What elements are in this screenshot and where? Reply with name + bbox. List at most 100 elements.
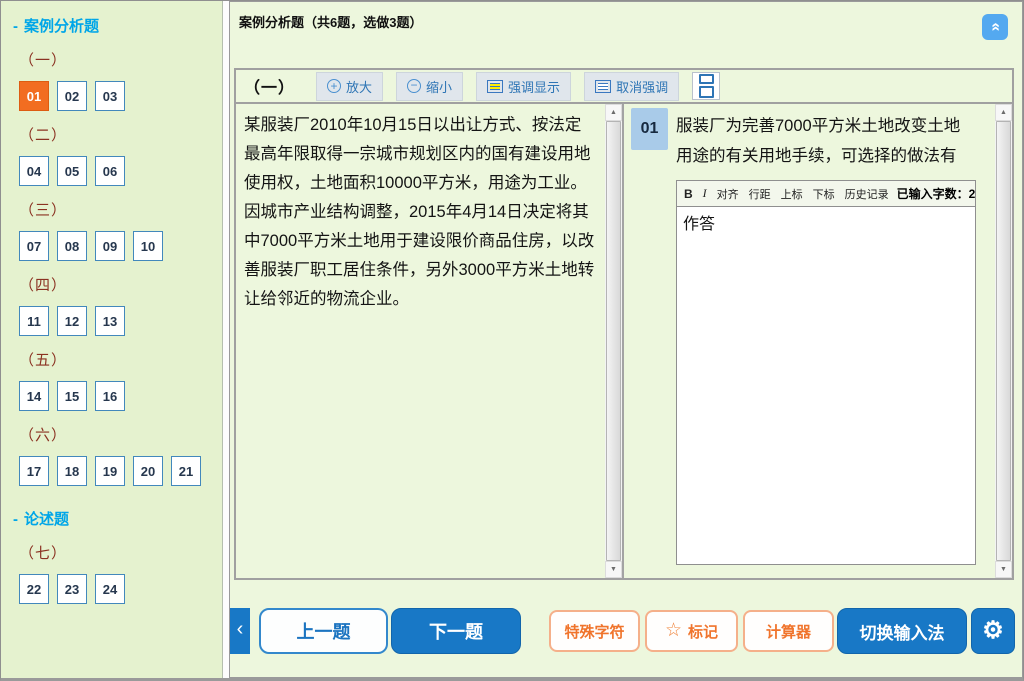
mark-label: 标记 [688,621,718,642]
question-btn-16[interactable]: 16 [95,381,125,411]
passage-panel: 某服装厂2010年10月15日以出让方式、按法定最高年限取得一宗城市规划区内的国… [236,104,622,578]
collapse-marker-icon: - [13,18,18,35]
chevron-double-up-icon: « [987,23,1003,32]
answer-input[interactable]: 作答 [677,207,975,564]
switch-ime-button[interactable]: 切换输入法 [837,608,967,654]
group-label: 案例分析题 [24,18,99,35]
bold-button[interactable]: B [684,187,693,201]
section-label-1: （一） [19,49,222,70]
answer-editor: B I 对齐 行距 上标 下标 历史记录 已输入字数：2 作答 [676,180,976,565]
question-btn-18[interactable]: 18 [57,456,87,486]
question-btn-05[interactable]: 05 [57,156,87,186]
question-btn-19[interactable]: 19 [95,456,125,486]
question-btn-11[interactable]: 11 [19,306,49,336]
star-icon: ☆ [665,619,682,642]
question-row-3: 07 08 09 10 [19,231,222,261]
next-question-button[interactable]: 下一题 [391,608,521,654]
question-btn-09[interactable]: 09 [95,231,125,261]
question-scrollbar[interactable] [995,104,1012,578]
question-btn-04[interactable]: 04 [19,156,49,186]
question-btn-08[interactable]: 08 [57,231,87,261]
question-panel: 01 服装厂为完善7000平方米土地改变土地用途的有关用地手续，可选择的做法有 … [624,104,1012,578]
question-btn-14[interactable]: 14 [19,381,49,411]
unhighlight-button[interactable]: 取消强调 [584,72,679,101]
section-label-6: （六） [19,424,222,445]
question-content: 01 服装厂为完善7000平方米土地改变土地用途的有关用地手续，可选择的做法有 … [624,104,995,578]
circle-minus-icon [407,79,421,93]
scroll-down-icon[interactable] [995,561,1012,578]
bottom-bar: 上一题 下一题 特殊字符 ☆ 标记 计算器 切换输入法 ⚙ [230,582,1022,677]
highlight-button[interactable]: 强调显示 [476,72,571,101]
superscript-button[interactable]: 上标 [781,186,803,202]
panels: 某服装厂2010年10月15日以出让方式、按法定最高年限取得一宗城市规划区内的国… [236,104,1012,578]
scrollbar-thumb[interactable] [996,121,1011,561]
collapse-panel-button[interactable]: « [982,14,1008,40]
question-btn-06[interactable]: 06 [95,156,125,186]
scroll-up-icon[interactable] [995,104,1012,121]
split-layout-button[interactable] [692,72,720,100]
question-btn-15[interactable]: 15 [57,381,87,411]
main-header: 案例分析题（共6题，选做3题） « [230,2,1022,68]
passage-scrollbar[interactable] [605,104,622,578]
question-row-5: 14 15 16 [19,381,222,411]
question-btn-03[interactable]: 03 [95,81,125,111]
italic-button[interactable]: I [703,186,707,201]
question-btn-13[interactable]: 13 [95,306,125,336]
circle-plus-icon [327,79,341,93]
zoom-in-button[interactable]: 放大 [316,72,383,101]
passage-text: 某服装厂2010年10月15日以出让方式、按法定最高年限取得一宗城市规划区内的国… [236,104,605,578]
char-count-label: 已输入字数：2 [897,185,976,202]
scrollbar-thumb[interactable] [606,121,621,561]
zoom-in-label: 放大 [346,77,372,96]
passage-toolbar: （一） 放大 缩小 强调显示 取消强调 [236,70,1012,104]
section-label-4: （四） [19,274,222,295]
highlight-label: 强调显示 [508,77,560,96]
question-nav-sidebar: -案例分析题 （一） 01 02 03 （二） 04 05 06 （三） 07 … [1,1,223,678]
calculator-button[interactable]: 计算器 [743,610,834,652]
question-btn-20[interactable]: 20 [133,456,163,486]
question-row-1: 01 02 03 [19,81,222,111]
zoom-out-button[interactable]: 缩小 [396,72,463,101]
section-label-3: （三） [19,199,222,220]
page-title: 案例分析题（共6题，选做3题） [239,12,422,31]
prev-question-button[interactable]: 上一题 [259,608,388,654]
content-box: （一） 放大 缩小 强调显示 取消强调 [234,68,1014,580]
question-btn-07[interactable]: 07 [19,231,49,261]
question-row-4: 11 12 13 [19,306,222,336]
scroll-up-icon[interactable] [605,104,622,121]
settings-button[interactable]: ⚙ [971,608,1015,654]
question-btn-23[interactable]: 23 [57,574,87,604]
zoom-out-label: 缩小 [426,77,452,96]
question-row-2: 04 05 06 [19,156,222,186]
question-number-badge: 01 [631,108,668,150]
collapse-marker-icon: - [13,511,18,528]
question-text: 服装厂为完善7000平方米土地改变土地用途的有关用地手续，可选择的做法有 [624,104,995,171]
section-label-5: （五） [19,349,222,370]
align-button[interactable]: 对齐 [717,186,739,202]
line-spacing-button[interactable]: 行距 [749,186,771,202]
collapse-sidebar-tab[interactable] [230,608,250,654]
gear-icon: ⚙ [982,619,1004,643]
passage-section-label: （一） [244,74,295,98]
question-btn-17[interactable]: 17 [19,456,49,486]
question-btn-02[interactable]: 02 [57,81,87,111]
question-btn-22[interactable]: 22 [19,574,49,604]
question-row-6: 17 18 19 20 21 [19,456,222,486]
exam-app-window: -案例分析题 （一） 01 02 03 （二） 04 05 06 （三） 07 … [0,0,1024,681]
question-btn-24[interactable]: 24 [95,574,125,604]
question-btn-01[interactable]: 01 [19,81,49,111]
scroll-down-icon[interactable] [605,561,622,578]
question-btn-12[interactable]: 12 [57,306,87,336]
subscript-button[interactable]: 下标 [813,186,835,202]
special-chars-button[interactable]: 特殊字符 [549,610,640,652]
question-btn-21[interactable]: 21 [171,456,201,486]
group-essay[interactable]: -论述题 [13,508,222,529]
history-button[interactable]: 历史记录 [845,186,889,202]
question-row-7: 22 23 24 [19,574,222,604]
group-case-analysis[interactable]: -案例分析题 [13,15,222,36]
section-label-7: （七） [19,542,222,563]
main-area: 案例分析题（共6题，选做3题） « （一） 放大 缩小 强调显示 [229,1,1023,678]
question-btn-10[interactable]: 10 [133,231,163,261]
section-label-2: （二） [19,124,222,145]
mark-button[interactable]: ☆ 标记 [645,610,738,652]
